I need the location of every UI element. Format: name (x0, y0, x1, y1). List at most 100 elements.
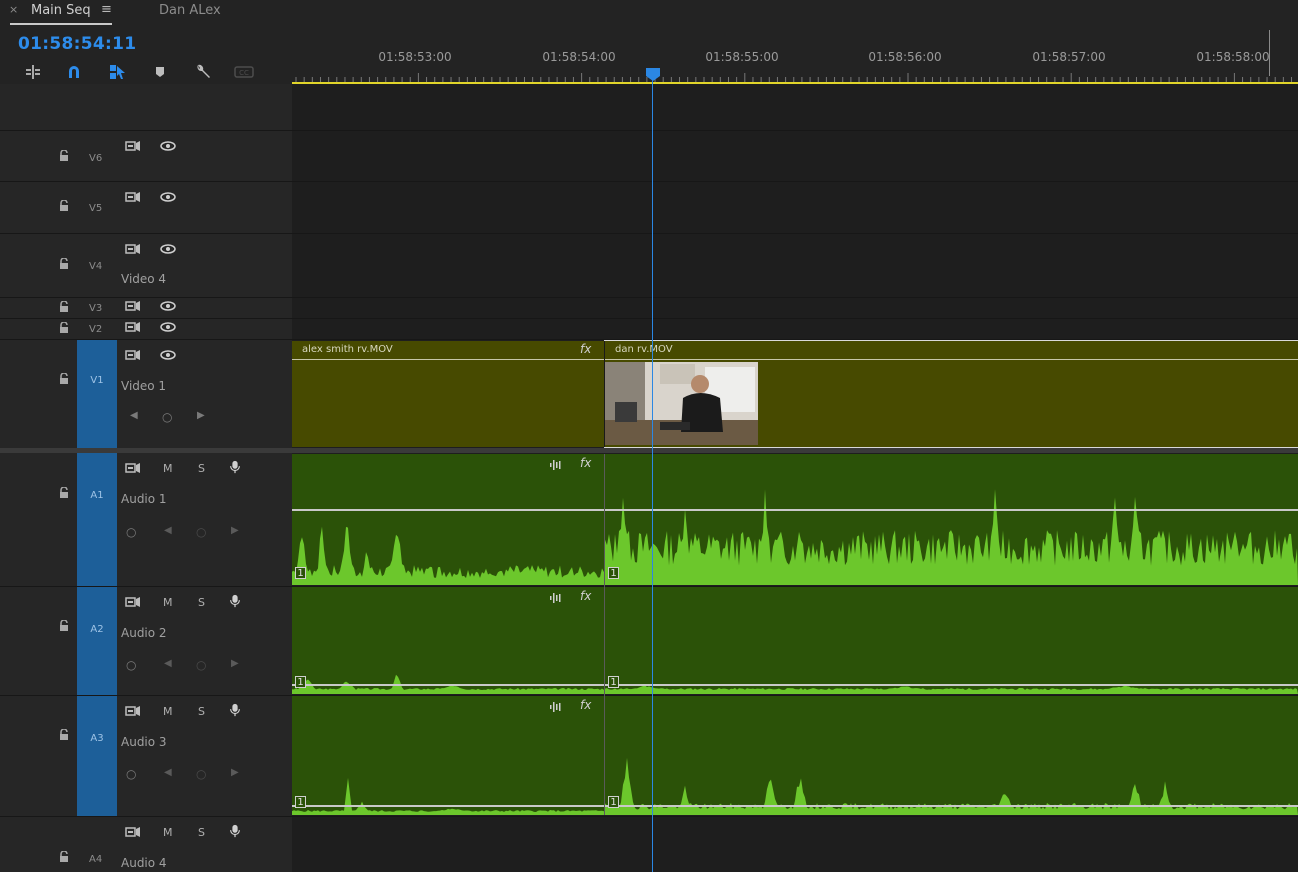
panel-menu-icon[interactable]: ≡ (101, 2, 112, 17)
source-patch-a2[interactable]: A2 (77, 587, 117, 695)
toggle-sync-lock-icon[interactable] (125, 461, 141, 475)
fx-badge-icon[interactable]: fx (580, 589, 591, 603)
track-lock-icon[interactable] (58, 258, 70, 270)
add-keyframe-icon[interactable]: ○ (196, 525, 206, 539)
track-lock-icon[interactable] (58, 729, 70, 741)
fx-badge-icon[interactable]: fx (580, 698, 591, 712)
voice-over-record-mic-icon[interactable] (227, 824, 243, 838)
video-clip-alex-smith[interactable]: alex smith rv.MOV fx (292, 341, 604, 447)
solo-track-button[interactable]: S (198, 705, 205, 718)
audio-clip-a1-dan[interactable]: 1 (605, 454, 1298, 585)
volume-rubber-band[interactable] (292, 684, 604, 686)
toggle-sync-lock-icon[interactable] (125, 190, 141, 204)
tab-main-seq[interactable]: Main Seq (31, 3, 91, 18)
source-patch-a1[interactable]: A1 (77, 453, 117, 586)
audio-gain-icon[interactable] (549, 459, 563, 471)
toggle-track-output-eye-icon[interactable] (160, 139, 176, 153)
toggle-track-output-eye-icon[interactable] (160, 299, 176, 313)
source-patch-a3[interactable]: A3 (77, 696, 117, 816)
next-keyframe-icon[interactable]: ▶ (231, 658, 239, 669)
edit-point[interactable] (604, 341, 605, 447)
track-volume-keyframe-icon[interactable]: ○ (126, 658, 136, 672)
audio-clip-a2-dan[interactable]: 1 (605, 587, 1298, 694)
volume-rubber-band[interactable] (605, 805, 1298, 807)
next-keyframe-icon[interactable]: ▶ (231, 767, 239, 778)
captions-icon[interactable]: CC (234, 62, 254, 82)
track-lock-icon[interactable] (58, 487, 70, 499)
voice-over-record-mic-icon[interactable] (227, 460, 243, 474)
add-keyframe-icon[interactable]: ○ (162, 410, 172, 424)
track-name-a2[interactable]: Audio 2 (121, 626, 167, 640)
video-clip-dan[interactable]: dan rv.MOV (604, 340, 1298, 448)
track-lock-icon[interactable] (58, 620, 70, 632)
mute-track-button[interactable]: M (163, 826, 173, 839)
toggle-track-output-eye-icon[interactable] (160, 320, 176, 334)
track-lock-icon[interactable] (58, 150, 70, 162)
toggle-sync-lock-icon[interactable] (125, 825, 141, 839)
prev-keyframe-icon[interactable]: ◀ (130, 410, 138, 421)
close-tab-icon[interactable]: × (9, 3, 18, 16)
track-lock-icon[interactable] (58, 851, 70, 863)
audio-clip-a3-dan[interactable]: 1 (605, 696, 1298, 815)
playhead-line[interactable] (652, 70, 653, 872)
voice-over-record-mic-icon[interactable] (227, 594, 243, 608)
track-lock-icon[interactable] (58, 322, 70, 334)
audio-clip-a3-alex[interactable]: fx 1 (292, 696, 604, 815)
toggle-sync-lock-icon[interactable] (125, 595, 141, 609)
opacity-rubber-band[interactable] (605, 359, 1298, 360)
track-name-a4[interactable]: Audio 4 (121, 856, 167, 870)
video-audio-divider[interactable] (0, 448, 1298, 453)
volume-rubber-band[interactable] (605, 509, 1298, 511)
opacity-rubber-band[interactable] (292, 359, 604, 360)
track-name-v4[interactable]: Video 4 (121, 272, 166, 286)
audio-gain-icon[interactable] (549, 592, 563, 604)
add-keyframe-icon[interactable]: ○ (196, 767, 206, 781)
volume-rubber-band[interactable] (292, 509, 604, 511)
track-lock-icon[interactable] (58, 200, 70, 212)
audio-clip-a2-alex[interactable]: fx 1 (292, 587, 604, 694)
prev-keyframe-icon[interactable]: ◀ (164, 525, 172, 536)
toggle-sync-lock-icon[interactable] (125, 242, 141, 256)
fx-badge-icon[interactable]: fx (580, 342, 591, 356)
linked-selection-icon[interactable] (108, 62, 128, 82)
volume-rubber-band[interactable] (292, 805, 604, 807)
mute-track-button[interactable]: M (163, 705, 173, 718)
track-lock-icon[interactable] (58, 373, 70, 385)
track-lock-icon[interactable] (58, 301, 70, 313)
volume-rubber-band[interactable] (605, 684, 1298, 686)
solo-track-button[interactable]: S (198, 826, 205, 839)
mute-track-button[interactable]: M (163, 462, 173, 475)
voice-over-record-mic-icon[interactable] (227, 703, 243, 717)
track-volume-keyframe-icon[interactable]: ○ (126, 525, 136, 539)
track-name-a3[interactable]: Audio 3 (121, 735, 167, 749)
track-name-v1[interactable]: Video 1 (121, 379, 166, 393)
wrench-settings-icon[interactable] (193, 62, 213, 82)
toggle-sync-lock-icon[interactable] (125, 139, 141, 153)
playhead-timecode[interactable]: 01:58:54:11 (18, 34, 136, 54)
toggle-track-output-eye-icon[interactable] (160, 190, 176, 204)
fx-badge-icon[interactable]: fx (580, 456, 591, 470)
track-name-a1[interactable]: Audio 1 (121, 492, 167, 506)
prev-keyframe-icon[interactable]: ◀ (164, 658, 172, 669)
add-keyframe-icon[interactable]: ○ (196, 658, 206, 672)
toggle-track-output-eye-icon[interactable] (160, 242, 176, 256)
track-volume-keyframe-icon[interactable]: ○ (126, 767, 136, 781)
tab-dan-alex[interactable]: Dan ALex (159, 3, 221, 18)
solo-track-button[interactable]: S (198, 596, 205, 609)
next-keyframe-icon[interactable]: ▶ (197, 410, 205, 421)
next-keyframe-icon[interactable]: ▶ (231, 525, 239, 536)
toggle-track-output-eye-icon[interactable] (160, 348, 176, 362)
toggle-sync-lock-icon[interactable] (125, 704, 141, 718)
edit-point[interactable] (604, 454, 605, 815)
toggle-sync-lock-icon[interactable] (125, 299, 141, 313)
add-marker-icon[interactable] (150, 62, 170, 82)
playhead-handle-icon[interactable] (645, 67, 661, 82)
toggle-sync-lock-icon[interactable] (125, 348, 141, 362)
audio-gain-icon[interactable] (549, 701, 563, 713)
solo-track-button[interactable]: S (198, 462, 205, 475)
toggle-sync-lock-icon[interactable] (125, 320, 141, 334)
snap-magnet-icon[interactable] (64, 62, 84, 82)
insert-overwrite-icon[interactable] (23, 62, 43, 82)
mute-track-button[interactable]: M (163, 596, 173, 609)
source-patch-v1[interactable]: V1 (77, 340, 117, 448)
